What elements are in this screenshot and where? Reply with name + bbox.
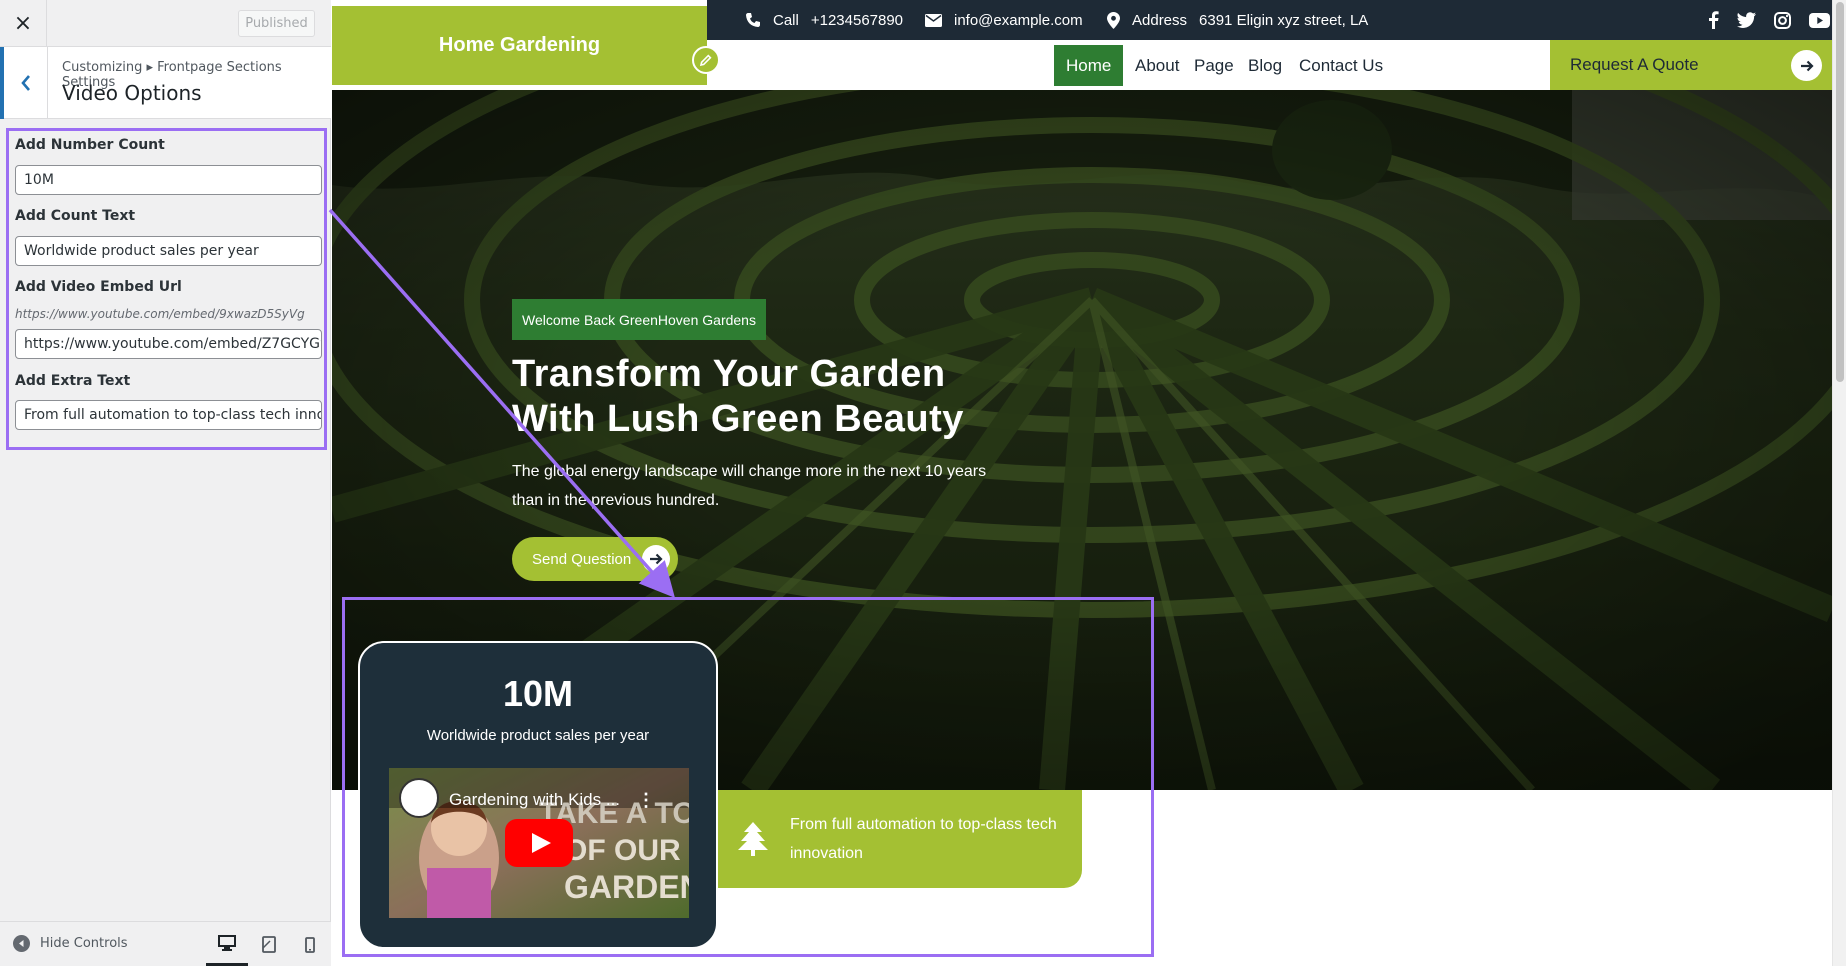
video-options-controls: Add Number Count 10M Add Count Text Worl… (6, 128, 327, 450)
preview-mobile-button[interactable] (289, 922, 331, 966)
number-count-label: Add Number Count (15, 137, 165, 153)
desktop-icon (218, 934, 236, 951)
request-quote-label: Request A Quote (1570, 55, 1699, 74)
topbar-phone[interactable]: Call +1234567890 (745, 0, 903, 40)
twitter-icon[interactable] (1737, 12, 1756, 28)
section-title: Video Options (62, 81, 202, 105)
phone-number: +1234567890 (810, 11, 904, 29)
highlight-frame (342, 597, 1154, 957)
chevron-left-icon (20, 75, 30, 91)
address-label: Address (1132, 11, 1188, 29)
customizer-footer: Hide Controls (0, 921, 331, 966)
topbar: Call +1234567890 info@example.com Addres… (707, 0, 1832, 40)
address-value: 6391 Eligin xyz street, LA (1199, 11, 1369, 29)
call-label: Call (773, 11, 799, 29)
map-pin-icon (1107, 11, 1120, 29)
topbar-address: Address 6391 Eligin xyz street, LA (1107, 0, 1368, 40)
number-count-input[interactable]: 10M (15, 165, 322, 195)
instagram-icon[interactable] (1774, 11, 1791, 29)
nav-blog[interactable]: Blog (1236, 45, 1294, 86)
welcome-badge: Welcome Back GreenHoven Gardens (512, 299, 766, 340)
hide-controls-button[interactable]: Hide Controls (13, 935, 128, 952)
scrollbar-thumb[interactable] (1836, 2, 1844, 382)
customizer-sidebar: × Published Customizing ▸ Frontpage Sect… (0, 0, 331, 966)
extra-text-input[interactable]: From full automation to top-class tech i… (15, 400, 322, 430)
extra-text-label: Add Extra Text (15, 373, 131, 389)
nav-home[interactable]: Home (1054, 45, 1124, 86)
video-url-input[interactable]: https://www.youtube.com/embed/Z7GCYG9Yc (15, 329, 322, 359)
site-preview: Home Gardening Call +1234567890 info@exa… (332, 0, 1832, 966)
arrow-right-icon (642, 545, 670, 573)
video-url-label: Add Video Embed Url (15, 279, 182, 295)
count-text-label: Add Count Text (15, 208, 136, 224)
nav-contact[interactable]: Contact Us (1287, 45, 1395, 86)
mobile-icon (305, 936, 315, 953)
back-button[interactable] (0, 47, 48, 119)
preview-scrollbar[interactable] (1832, 0, 1846, 966)
preview-desktop-button[interactable] (206, 922, 248, 966)
send-question-button[interactable]: Send Question (512, 537, 678, 581)
envelope-icon (925, 13, 942, 27)
close-customizer-button[interactable]: × (0, 0, 47, 47)
social-links (1707, 0, 1832, 40)
published-button[interactable]: Published (238, 10, 315, 37)
customizer-header: × Published (0, 0, 331, 47)
arrow-right-icon (1791, 50, 1822, 81)
hide-controls-label: Hide Controls (40, 936, 128, 951)
count-text-input[interactable]: Worldwide product sales per year (15, 236, 322, 266)
phone-icon (746, 13, 760, 27)
site-logo[interactable]: Home Gardening (332, 6, 707, 85)
close-icon: × (13, 11, 33, 36)
youtube-icon[interactable] (1809, 12, 1830, 28)
section-header: Customizing ▸ Frontpage Sections Setting… (0, 47, 331, 119)
preview-tablet-button[interactable] (248, 922, 290, 966)
collapse-icon (13, 935, 30, 952)
pencil-icon (700, 54, 712, 66)
edit-shortcut-button[interactable] (692, 46, 720, 74)
send-question-label: Send Question (532, 550, 632, 568)
facebook-icon[interactable] (1707, 11, 1719, 29)
email-address: info@example.com (954, 11, 1083, 29)
video-url-description: https://www.youtube.com/embed/9xwazD5SyV… (15, 307, 305, 321)
hero-paragraph: The global energy landscape will change … (512, 463, 987, 509)
hero-heading-line2: With Lush Green Beauty (512, 398, 964, 440)
topbar-email[interactable]: info@example.com (925, 0, 1083, 40)
tablet-icon (262, 936, 276, 953)
hero-heading-line1: Transform Your Garden (512, 353, 946, 395)
request-quote-button[interactable]: Request A Quote (1550, 40, 1832, 90)
hero-heading: Transform Your Garden With Lush Green Be… (512, 352, 1072, 442)
